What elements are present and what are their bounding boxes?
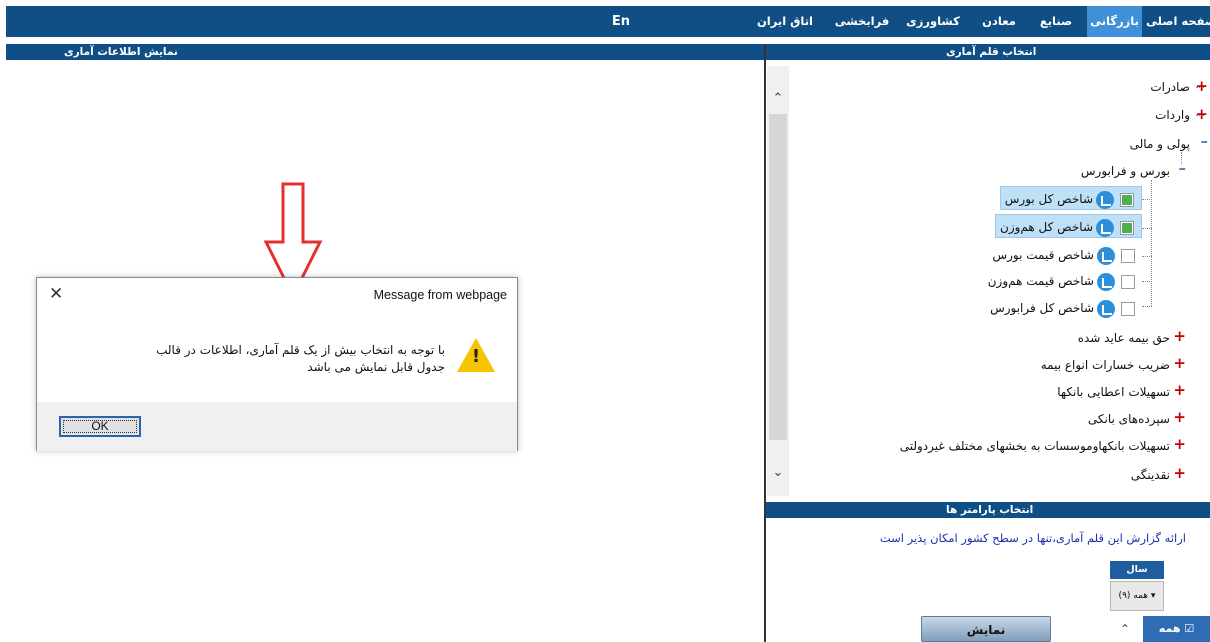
tree-leaf-total-stock-index[interactable]: شاخص کل بورس: [999, 186, 1142, 210]
expand-icon[interactable]: +: [1173, 353, 1186, 373]
expand-icon[interactable]: +: [1173, 326, 1186, 346]
right-panel-title: انتخاب قلم آماری: [946, 46, 1037, 58]
tree-node-bank-loans[interactable]: تسهیلات اعطایی بانکها: [1057, 382, 1170, 402]
ok-button[interactable]: OK: [59, 416, 141, 437]
year-select-value: همه (۹): [1118, 591, 1149, 601]
tree-node-bank-deposits[interactable]: سپرده‌های بانکی: [1088, 409, 1170, 429]
checkbox-icon[interactable]: [1121, 248, 1135, 263]
collapse-icon[interactable]: –: [1201, 131, 1209, 151]
checkbox-icon[interactable]: [1121, 274, 1135, 289]
scroll-down-icon[interactable]: ⌄: [767, 462, 789, 484]
tree-node-insurance-loss-ratio[interactable]: ضریب خسارات انواع بیمه: [1041, 355, 1170, 375]
params-header: انتخاب پارامتر ها: [766, 502, 1210, 518]
year-select[interactable]: ▾ همه (۹): [1110, 581, 1164, 611]
expand-icon[interactable]: +: [1173, 434, 1186, 454]
scroll-up-icon[interactable]: ⌃: [767, 88, 789, 110]
chart-icon: [1097, 272, 1115, 291]
nav-item-cross-sector[interactable]: فرابخشی: [832, 6, 892, 37]
tree-node-imports[interactable]: واردات: [1155, 105, 1190, 125]
panel-divider: [764, 44, 766, 642]
tree-node-earned-premium[interactable]: حق بیمه عاید شده: [1078, 328, 1170, 348]
dialog-message: با توجه به انتخاب بیش از یک قلم آماری، ا…: [156, 343, 445, 374]
nav-item-english[interactable]: En: [604, 6, 638, 37]
dialog-title: Message from webpage: [373, 288, 507, 302]
tree-scrollbar[interactable]: ⌃ ⌄: [767, 66, 789, 496]
tree-node-sector-loans[interactable]: تسهیلات بانکهاوموسسات به بخشهای مختلف غی…: [900, 436, 1170, 456]
show-button[interactable]: نمایش: [921, 616, 1051, 642]
chart-icon: [1096, 218, 1114, 237]
checkbox-checked-icon[interactable]: [1120, 220, 1134, 235]
nav-item-iran-chamber[interactable]: اتاق ایران: [750, 6, 820, 37]
expand-icon[interactable]: +: [1195, 76, 1208, 96]
tree-leaf-stock-price-index[interactable]: شاخص قیمت بورس: [988, 243, 1142, 267]
nav-item-mines[interactable]: معادن: [974, 6, 1024, 37]
nav-item-commerce[interactable]: بازرگانی: [1087, 6, 1142, 37]
nav-item-agriculture[interactable]: کشاورزی: [900, 6, 966, 37]
expand-icon[interactable]: +: [1173, 463, 1186, 483]
year-option-all-label: همه: [1158, 622, 1181, 635]
chart-icon: [1096, 190, 1114, 209]
left-panel-header: نمایش اطلاعات آماری: [6, 44, 764, 60]
tree-leaf-equal-weight-index[interactable]: شاخص کل هم‌وزن: [995, 214, 1142, 238]
chart-icon: [1097, 299, 1115, 318]
tree-node-exports[interactable]: صادرات: [1150, 77, 1190, 97]
expand-icon[interactable]: +: [1173, 407, 1186, 427]
year-option-all[interactable]: ☑ همه: [1143, 616, 1210, 642]
nav-item-home[interactable]: صفحه اصلی: [1146, 6, 1210, 37]
collapse-icon[interactable]: –: [1179, 158, 1187, 178]
tree-leaf-otc-index[interactable]: شاخص کل فرابورس: [986, 296, 1142, 320]
dialog-footer: OK: [37, 402, 517, 451]
scroll-thumb[interactable]: [769, 114, 787, 440]
left-panel-title: نمایش اطلاعات آماری: [64, 46, 178, 58]
close-icon[interactable]: ✕: [49, 284, 63, 304]
expand-icon[interactable]: +: [1173, 380, 1186, 400]
top-navigation-bar: صفحه اصلی بازرگانی صنایع معادن کشاورزی ف…: [6, 6, 1210, 37]
tree-leaf-equal-weight-price-index[interactable]: شاخص قیمت هم‌وزن: [984, 269, 1142, 293]
params-note: ارائه گزارش این قلم آماری،تنها در سطح کش…: [879, 531, 1186, 545]
dialog-titlebar: ✕ Message from webpage: [37, 278, 517, 314]
chart-icon: [1097, 246, 1115, 265]
statistics-tree: + صادرات + واردات – پولی و مالی – بورس و…: [790, 66, 1210, 496]
nav-item-industries[interactable]: صنایع: [1030, 6, 1082, 37]
checkbox-checked-icon[interactable]: [1120, 192, 1134, 207]
params-title: انتخاب پارامتر ها: [946, 504, 1034, 516]
tree-node-monetary-financial[interactable]: پولی و مالی: [1130, 134, 1190, 154]
scroll-up-icon[interactable]: ⌃: [1113, 622, 1137, 642]
tree-node-liquidity[interactable]: نقدینگی: [1131, 465, 1170, 485]
checkbox-icon[interactable]: [1121, 301, 1135, 316]
right-panel-header: انتخاب قلم آماری: [766, 44, 1210, 60]
message-dialog: ✕ Message from webpage ! با توجه به انتخ…: [36, 277, 518, 451]
tree-node-stock-exchange[interactable]: بورس و فرابورس: [1081, 161, 1170, 181]
expand-icon[interactable]: +: [1195, 104, 1208, 124]
year-column-header: سال: [1110, 561, 1164, 579]
